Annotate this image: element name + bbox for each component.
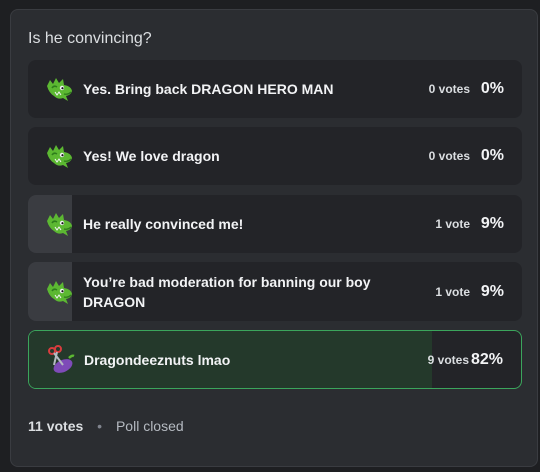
vote-count: 9 votes bbox=[427, 352, 469, 367]
dragon-emoji-icon bbox=[44, 209, 74, 239]
answer-label: Yes. Bring back DRAGON HERO MAN bbox=[83, 81, 334, 97]
vote-percent: 82% bbox=[470, 350, 503, 368]
vote-count: 1 vote bbox=[435, 284, 470, 299]
poll-answer-3[interactable]: He really convinced me! 1 vote 9% bbox=[28, 195, 522, 253]
poll-status: Poll closed bbox=[115, 418, 184, 434]
scissors-eggplant-emoji-icon bbox=[45, 345, 75, 375]
poll-answer-4[interactable]: You’re bad moderation for banning our bo… bbox=[28, 262, 522, 321]
separator-dot: • bbox=[97, 418, 103, 434]
answer-label: Yes! We love dragon bbox=[83, 148, 220, 164]
vote-count: 0 votes bbox=[428, 82, 470, 96]
dragon-emoji-icon bbox=[44, 277, 74, 307]
answer-label: He really convinced me! bbox=[83, 216, 244, 232]
poll-answer-2[interactable]: Yes! We love dragon 0 votes 0% bbox=[28, 127, 522, 185]
vote-percent: 9% bbox=[480, 282, 504, 300]
poll-question: Is he convincing? bbox=[28, 30, 152, 47]
dragon-emoji-icon bbox=[44, 141, 74, 171]
vote-percent: 0% bbox=[480, 80, 504, 97]
vote-percent: 9% bbox=[480, 215, 504, 232]
poll-footer: 11 votes • Poll closed bbox=[28, 418, 184, 434]
poll-answer-1[interactable]: Yes. Bring back DRAGON HERO MAN 0 votes … bbox=[28, 60, 522, 118]
vote-count: 0 votes bbox=[428, 149, 470, 163]
vote-percent: 0% bbox=[480, 147, 504, 164]
poll-card: Is he convincing? Yes. Bring back DRAGON… bbox=[10, 9, 538, 467]
dragon-emoji-icon bbox=[44, 74, 74, 104]
poll-answer-5-winner[interactable]: Dragondeeznuts lmao 9 votes 82% bbox=[28, 330, 522, 389]
answer-label: Dragondeeznuts lmao bbox=[84, 351, 231, 368]
vote-count: 1 vote bbox=[435, 217, 470, 231]
answer-label: You’re bad moderation for banning our bo… bbox=[83, 273, 371, 310]
total-votes[interactable]: 11 votes bbox=[28, 418, 83, 434]
